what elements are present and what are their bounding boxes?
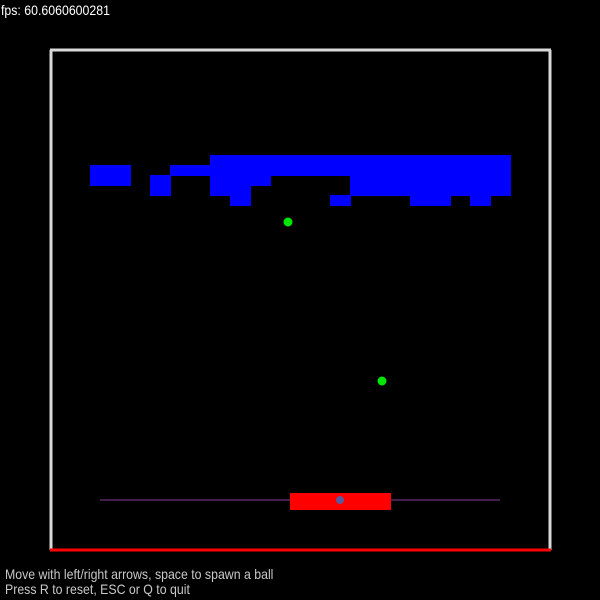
instructions-line-1: Move with left/right arrows, space to sp… [5,566,274,582]
brick [90,165,131,186]
brick [210,185,251,196]
balls [283,217,387,386]
brick [210,175,271,186]
brick [350,175,511,196]
brick-field [90,155,511,206]
brick [150,175,171,196]
game-screen[interactable]: fps: 60.6060600281 Move with left/right … [0,0,600,600]
brick [410,195,451,206]
brick [230,195,251,206]
ball [377,376,387,386]
playfield[interactable] [0,0,600,600]
brick [470,195,491,206]
ball [283,217,293,227]
brick [170,165,211,176]
instructions-line-2: Press R to reset, ESC or Q to quit [5,581,190,597]
brick [330,195,351,206]
fps-counter: fps: 60.6060600281 [1,2,110,18]
brick [210,155,511,176]
paddle-center-marker [336,496,344,504]
paddle[interactable] [290,493,391,510]
